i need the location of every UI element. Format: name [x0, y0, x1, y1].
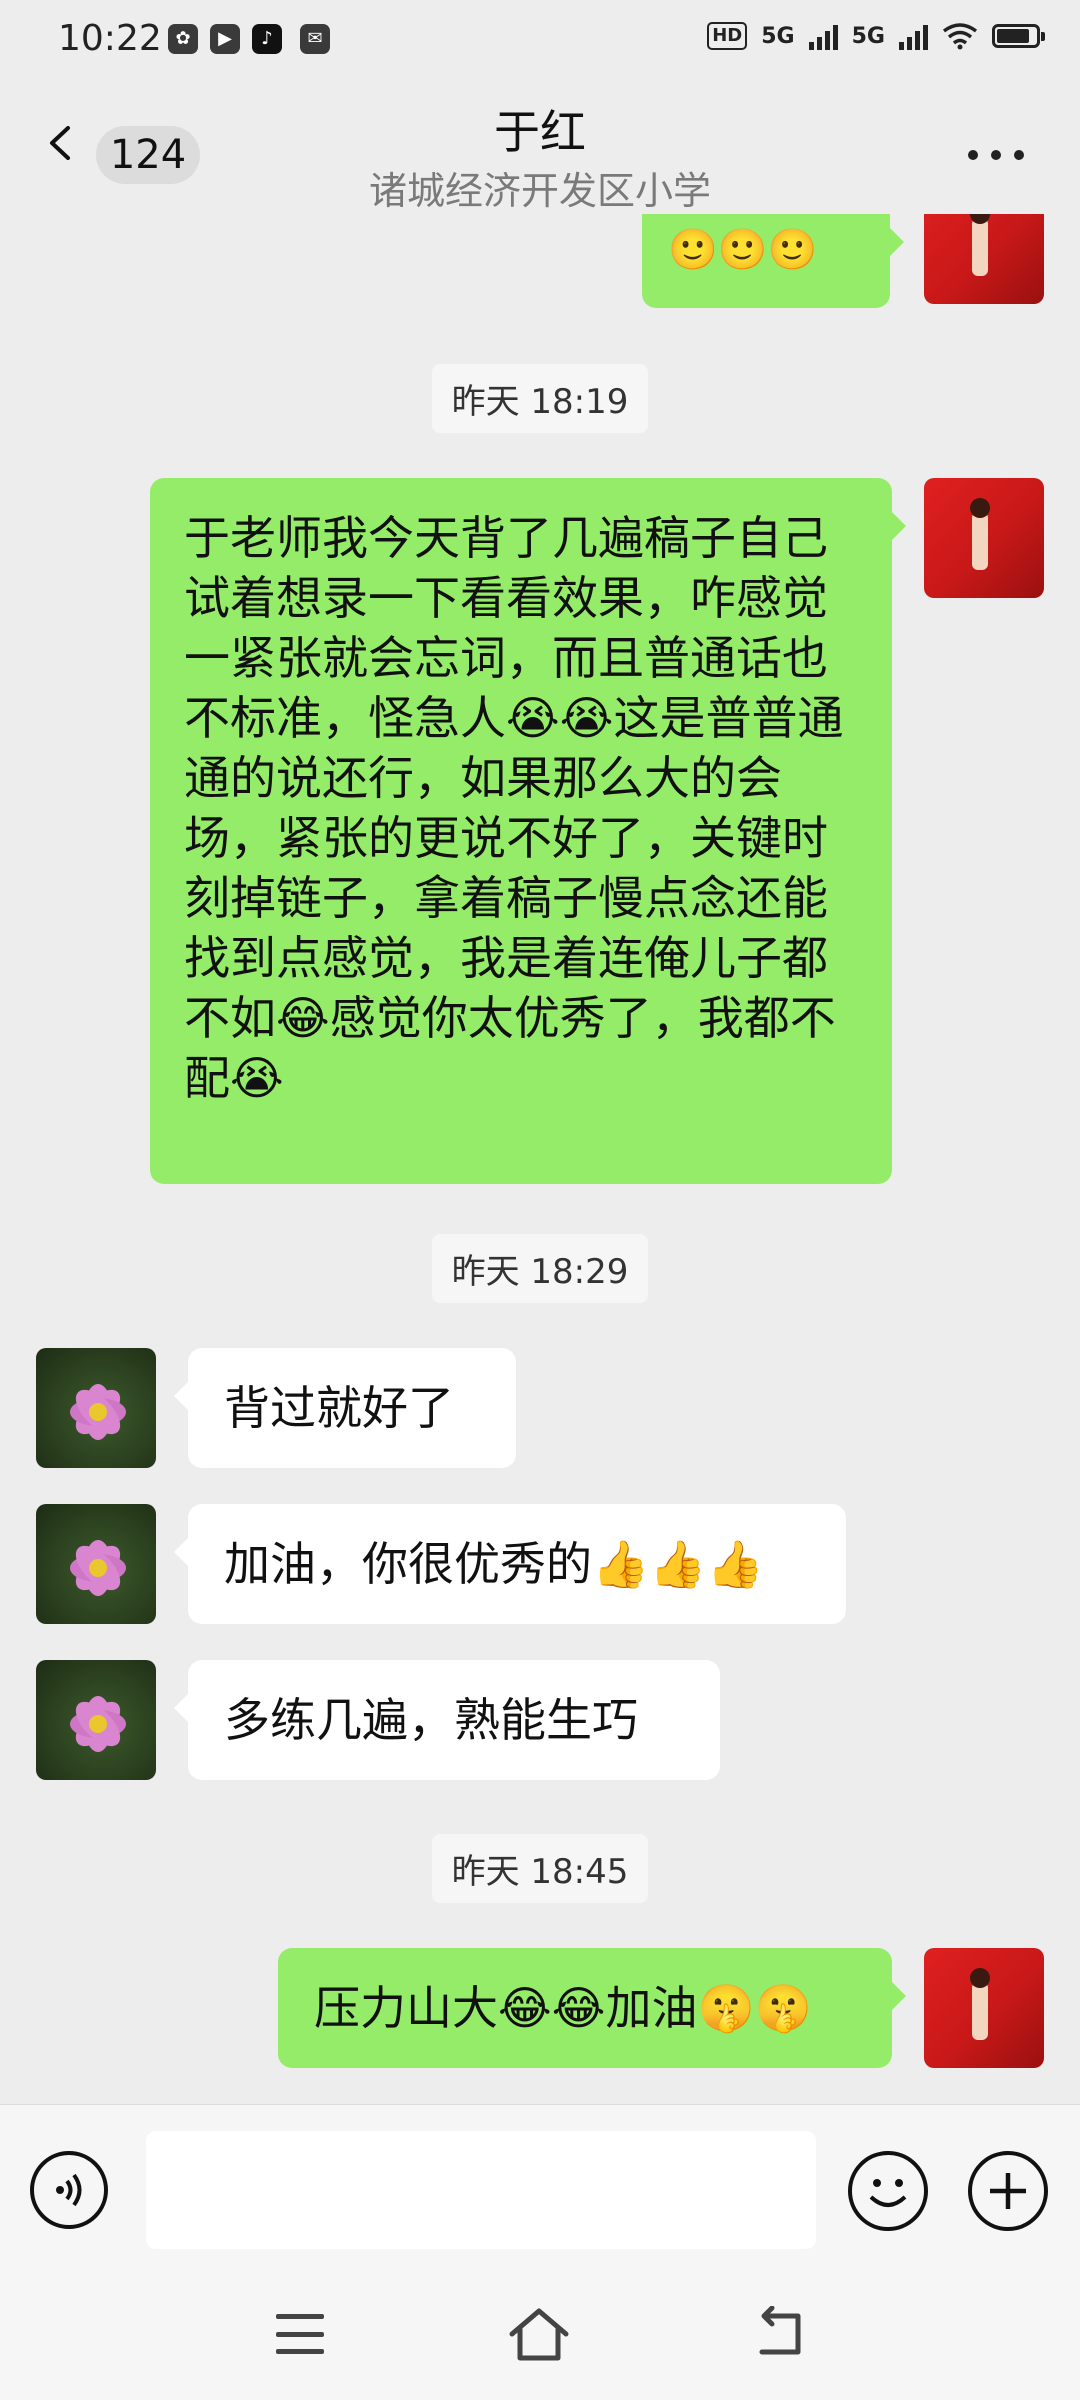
chat-header: 124 于红 诸城经济开发区小学	[0, 84, 1080, 214]
timestamp-label: 昨天 18:19	[431, 364, 649, 433]
timestamp-label: 昨天 18:29	[431, 1234, 649, 1303]
network-label-2: 5G	[851, 23, 885, 49]
tiktok-notification-icon: ♪	[252, 24, 282, 54]
timestamp-label: 昨天 18:45	[431, 1834, 649, 1903]
status-bar: 10:22 ✿ ▶ ♪ ✉ HD 5G 5G	[0, 0, 1080, 84]
video-notification-icon: ▶	[210, 24, 240, 54]
my-avatar[interactable]	[924, 478, 1044, 598]
flower-icon	[70, 1540, 126, 1596]
chat-subtitle: 诸城经济开发区小学	[368, 169, 711, 213]
timestamp: 昨天 18:29	[0, 1234, 1080, 1303]
back-icon[interactable]	[752, 2306, 808, 2362]
system-nav-bar	[0, 2274, 1080, 2400]
my-avatar[interactable]	[924, 214, 1044, 304]
message-input-bar	[0, 2104, 1080, 2275]
status-time: 10:22	[58, 18, 162, 59]
battery-icon	[992, 24, 1045, 48]
message-list[interactable]: 🙂🙂🙂 昨天 18:19 于老师我今天背了几遍稿子自己试着想录一下看看效果，咋感…	[0, 214, 1080, 2104]
wifi-icon	[942, 23, 978, 50]
message-bubble-outgoing[interactable]: 压力山大😂😂加油🤫🤫	[278, 1948, 906, 2068]
contact-avatar[interactable]	[36, 1348, 156, 1468]
hd-icon: HD	[707, 22, 748, 50]
app-notification-icon: ✿	[168, 24, 198, 54]
contact-avatar[interactable]	[36, 1504, 156, 1624]
message-notification-icon: ✉	[300, 24, 330, 54]
signal-icon	[899, 22, 928, 50]
home-icon[interactable]	[506, 2306, 572, 2364]
emoji-icon[interactable]	[848, 2151, 928, 2231]
voice-icon[interactable]	[30, 2151, 108, 2229]
message-bubble-incoming[interactable]: 多练几遍，熟能生巧	[174, 1660, 720, 1780]
flower-icon	[70, 1696, 126, 1752]
timestamp: 昨天 18:45	[0, 1834, 1080, 1903]
message-bubble-incoming[interactable]: 背过就好了	[174, 1348, 516, 1468]
my-avatar[interactable]	[924, 1948, 1044, 2068]
contact-avatar[interactable]	[36, 1660, 156, 1780]
menu-icon[interactable]	[276, 2314, 324, 2354]
timestamp: 昨天 18:19	[0, 364, 1080, 433]
message-bubble-incoming[interactable]: 加油，你很优秀的👍👍👍	[174, 1504, 846, 1624]
message-input[interactable]	[146, 2131, 816, 2249]
more-dots-icon[interactable]	[968, 150, 1024, 162]
signal-icon	[808, 22, 838, 50]
chat-title: 于红	[494, 105, 586, 159]
network-label-1: 5G	[761, 23, 795, 49]
battery-level	[997, 29, 1030, 43]
message-bubble-outgoing[interactable]: 于老师我今天背了几遍稿子自己试着想录一下看看效果，咋感觉一紧张就会忘词，而且普通…	[150, 478, 906, 1184]
status-indicators: HD 5G 5G	[707, 22, 1045, 50]
flower-icon	[70, 1384, 126, 1440]
message-bubble-outgoing[interactable]: 🙂🙂🙂	[642, 214, 904, 308]
plus-icon[interactable]	[968, 2151, 1048, 2231]
